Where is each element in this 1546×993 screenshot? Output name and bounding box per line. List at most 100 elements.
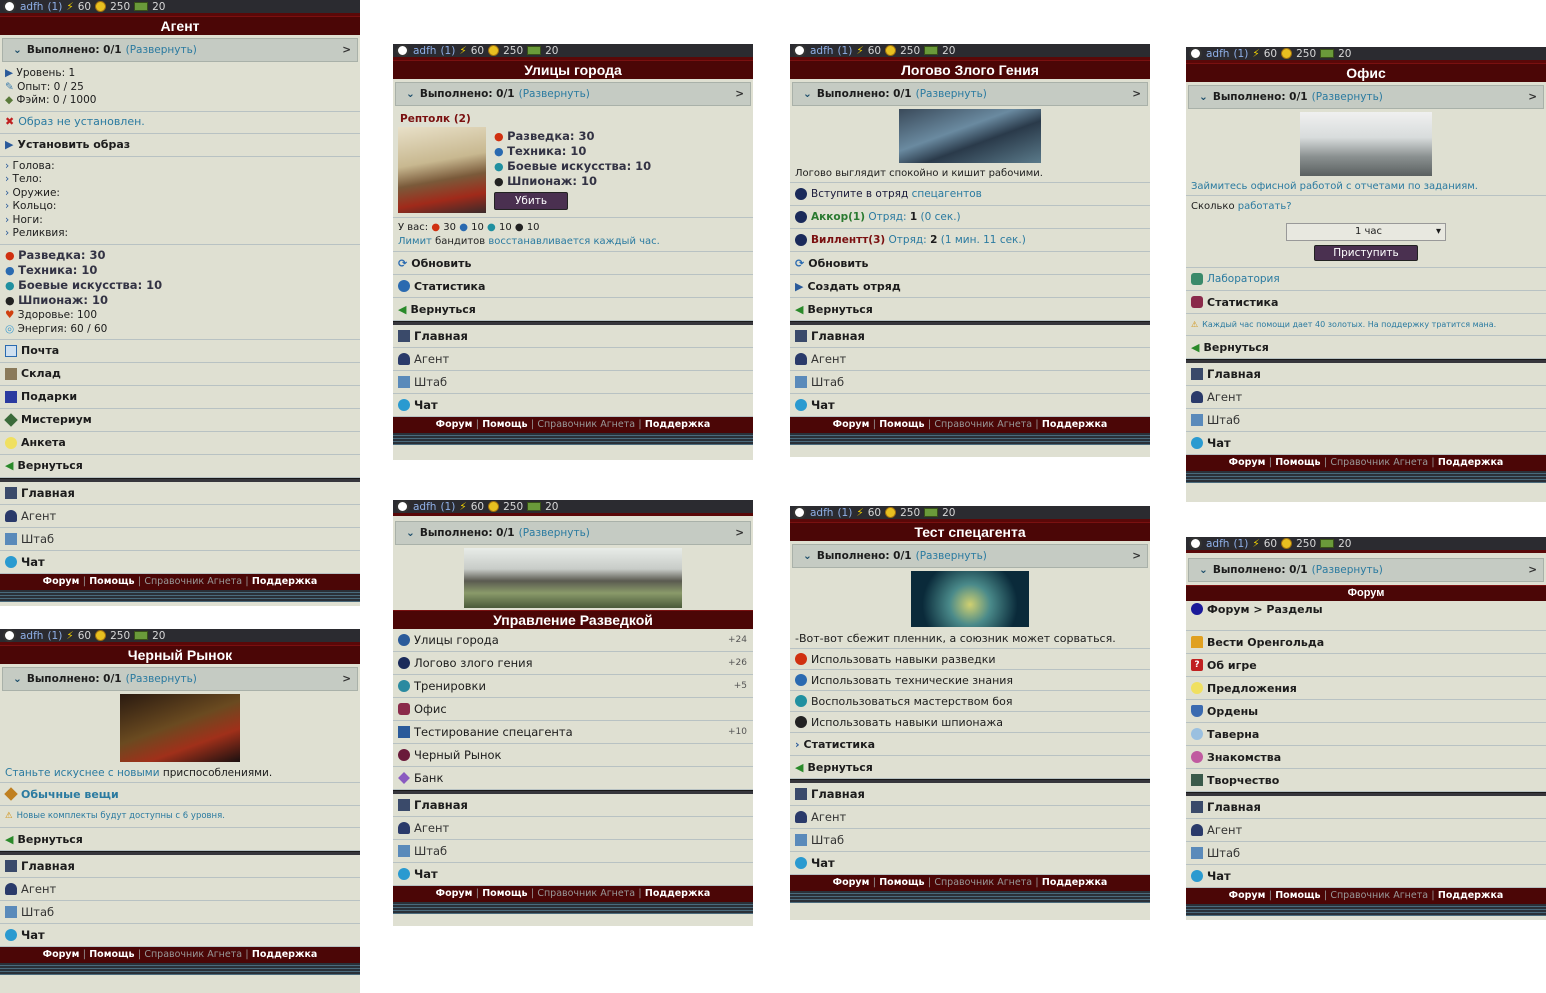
kill-button[interactable]: Убить [494,192,569,210]
footer-guide-link[interactable]: Справочник Агнета [537,419,635,430]
nav-hq[interactable]: Штаб [1186,409,1546,432]
forum-section-art[interactable]: Творчество [1186,769,1546,792]
set-image-link[interactable]: ▶ Установить образ [0,134,360,157]
nav-hq[interactable]: Штаб [0,528,360,551]
intel-item-bank[interactable]: Банк [393,767,753,790]
nav-agent[interactable]: Агент [0,505,360,528]
intel-item-lair[interactable]: Логово злого гения +26 [393,652,753,675]
quest-expand-link[interactable]: (Развернуть) [1312,564,1383,576]
slot-body[interactable]: › Тело: [5,173,360,187]
slot-ring[interactable]: › Кольцо: [5,200,360,214]
menu-profile[interactable]: Анкета [0,432,360,455]
quest-bar[interactable]: ⌄ Выполнено: 0/1 (Развернуть) > [1188,85,1544,109]
username[interactable]: adfh [413,501,436,513]
back-link[interactable]: ◀ Вернуться [0,828,360,851]
quest-arrow-icon[interactable]: > [735,527,744,539]
footer-guide-link[interactable]: Справочник Агнета [537,888,635,899]
footer-support-link[interactable]: Поддержка [1042,877,1107,888]
username[interactable]: adfh [20,1,43,13]
quest-expand-link[interactable]: (Развернуть) [519,88,590,100]
footer-forum-link[interactable]: Форум [436,888,473,899]
hours-select[interactable]: 1 час [1286,223,1446,241]
forum-section-news[interactable]: Вести Оренгольда [1186,631,1546,654]
avatar-icon[interactable] [1189,47,1202,60]
footer-support-link[interactable]: Поддержка [1438,457,1503,468]
footer-guide-link[interactable]: Справочник Агнета [1330,457,1428,468]
nav-main[interactable]: Главная [1186,796,1546,819]
forum-breadcrumb[interactable]: Форум > Разделы [1186,601,1546,631]
statistics-link[interactable]: Статистика [1186,291,1546,314]
footer-forum-link[interactable]: Форум [43,949,80,960]
quest-expand-link[interactable]: (Развернуть) [916,550,987,562]
quest-expand-link[interactable]: (Развернуть) [126,44,197,56]
start-button[interactable]: Приступить [1314,245,1418,261]
intel-item-office[interactable]: Офис [393,698,753,721]
nav-main[interactable]: Главная [790,325,1150,348]
intel-item-streets[interactable]: Улицы города +24 [393,629,753,652]
quest-arrow-icon[interactable]: > [1528,564,1537,576]
slot-weapon[interactable]: › Оружие: [5,187,360,201]
squad-akkor[interactable]: Аккор(1) Отряд: 1 (0 сек.) [790,206,1150,229]
footer-guide-link[interactable]: Справочник Агнета [1330,890,1428,901]
username[interactable]: adfh [413,45,436,57]
nav-hq[interactable]: Штаб [0,901,360,924]
footer-help-link[interactable]: Помощь [1275,890,1320,901]
quest-expand-link[interactable]: (Развернуть) [1312,91,1383,103]
footer-guide-link[interactable]: Справочник Агнета [934,419,1032,430]
back-link[interactable]: ◀ Вернуться [393,298,753,321]
nav-chat[interactable]: Чат [0,551,360,574]
avatar-icon[interactable] [1189,537,1202,550]
nav-chat[interactable]: Чат [790,852,1150,875]
footer-help-link[interactable]: Помощь [879,419,924,430]
footer-forum-link[interactable]: Форум [833,419,870,430]
forum-section-ideas[interactable]: Предложения [1186,677,1546,700]
nav-chat[interactable]: Чат [393,863,753,886]
username[interactable]: adfh [1206,48,1229,60]
back-link[interactable]: ◀ Вернуться [0,455,360,478]
back-link[interactable]: ◀ Вернуться [790,298,1150,321]
menu-mysterium[interactable]: Мистериум [0,409,360,432]
forum-section-about[interactable]: ? Об игре [1186,654,1546,677]
nav-main[interactable]: Главная [393,794,753,817]
quest-expand-link[interactable]: (Развернуть) [126,673,197,685]
back-link[interactable]: ◀ Вернуться [1186,336,1546,359]
footer-forum-link[interactable]: Форум [1229,890,1266,901]
menu-gifts[interactable]: Подарки [0,386,360,409]
footer-support-link[interactable]: Поддержка [252,576,317,587]
quest-bar[interactable]: ⌄ Выполнено: 0/1 (Развернуть) > [2,38,358,62]
quest-bar[interactable]: ⌄ Выполнено: 0/1 (Развернуть) > [1188,558,1544,582]
slot-relic[interactable]: › Реликвия: [5,227,360,241]
username[interactable]: adfh [810,507,833,519]
nav-main[interactable]: Главная [0,855,360,878]
footer-help-link[interactable]: Помощь [482,419,527,430]
quest-expand-link[interactable]: (Развернуть) [519,527,590,539]
nav-chat[interactable]: Чат [1186,432,1546,455]
create-squad-link[interactable]: ▶ Создать отряд [790,275,1150,298]
forum-section-dating[interactable]: Знакомства [1186,746,1546,769]
quest-bar[interactable]: ⌄ Выполнено: 0/1 (Развернуть) > [792,82,1148,106]
slot-legs[interactable]: › Ноги: [5,214,360,228]
option-tech[interactable]: Использовать технические знания [790,670,1150,691]
avatar-icon[interactable] [3,0,16,13]
menu-mail[interactable]: Почта [0,340,360,363]
nav-main[interactable]: Главная [393,325,753,348]
intel-item-training[interactable]: Тренировки +5 [393,675,753,698]
footer-guide-link[interactable]: Справочник Агнета [934,877,1032,888]
quest-bar[interactable]: ⌄ Выполнено: 0/1 (Развернуть) > [395,521,751,545]
avatar-icon[interactable] [793,44,806,57]
footer-help-link[interactable]: Помощь [1275,457,1320,468]
avatar-icon[interactable] [3,629,16,642]
footer-guide-link[interactable]: Справочник Агнета [144,949,242,960]
footer-support-link[interactable]: Поддержка [1042,419,1107,430]
nav-agent[interactable]: Агент [790,806,1150,829]
menu-storage[interactable]: Склад [0,363,360,386]
option-combat[interactable]: Воспользоваться мастерством боя [790,691,1150,712]
lab-link[interactable]: Лаборатория [1186,268,1546,291]
nav-main[interactable]: Главная [1186,363,1546,386]
nav-main[interactable]: Главная [0,482,360,505]
nav-hq[interactable]: Штаб [393,840,753,863]
option-spy[interactable]: Использовать навыки шпионажа [790,712,1150,733]
avatar-icon[interactable] [396,44,409,57]
quest-arrow-icon[interactable]: > [342,673,351,685]
nav-agent[interactable]: Агент [790,348,1150,371]
